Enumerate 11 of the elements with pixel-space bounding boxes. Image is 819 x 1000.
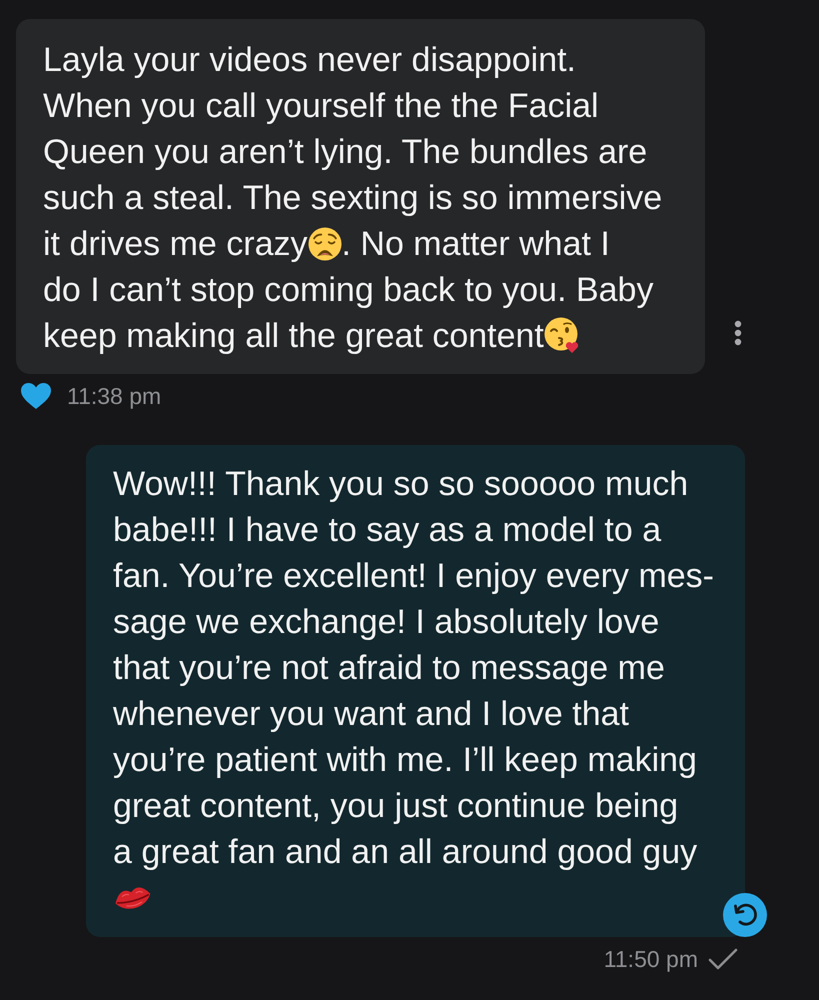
message-text: Wow!!! Thank you so so sooooo much babe!!! I have to say as a model to a fan. You’re excellent! I enjoy every mes- sage we exchange! I absolutely love that you’re not afraid to message me whenever you want and I love that you’re patient with me. I’ll keep making great content, you just continue being a great fan and an all around good guy <box>113 465 714 871</box>
message-time: 11:38 pm <box>67 382 162 410</box>
heart-icon[interactable] <box>20 382 52 410</box>
message-text: do I can’t stop coming back to you. Baby <box>43 271 654 309</box>
message-text: keep making all the great content <box>43 317 544 355</box>
message-text: . No matter what I <box>342 225 610 263</box>
weary-face-icon <box>308 227 342 261</box>
message-text: it drives me crazy <box>43 225 308 263</box>
more-options-icon[interactable] <box>734 320 742 346</box>
message-time: 11:50 pm <box>604 945 698 973</box>
kissing-face-icon <box>544 317 580 353</box>
